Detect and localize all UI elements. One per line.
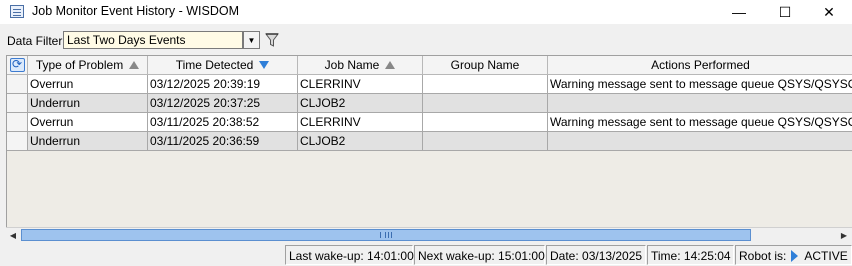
scroll-right-icon[interactable]: ▶ <box>837 228 851 242</box>
title-bar: Job Monitor Event History - WISDOM — ☐ ✕ <box>0 0 852 24</box>
cell-group <box>423 75 548 94</box>
data-filter-label: Data Filter: <box>7 34 66 48</box>
filter-toolbar: Data Filter: Last Two Days Events ▼ <box>0 28 852 52</box>
cell-job: CLERRINV <box>298 75 423 94</box>
sort-ascending-icon <box>129 61 140 69</box>
cell-job: CLJOB2 <box>298 94 423 113</box>
window-title: Job Monitor Event History - WISDOM <box>32 4 239 18</box>
status-robot: Robot is: ACTIVE <box>735 245 852 265</box>
cell-group <box>423 132 548 151</box>
grid-header-row: Type of Problem Time Detected Job Name G… <box>7 56 852 75</box>
cell-time: 03/12/2025 20:39:19 <box>148 75 298 94</box>
cell-group <box>423 94 548 113</box>
sort-ascending-icon <box>385 61 396 69</box>
refresh-icon[interactable] <box>10 57 25 72</box>
minimize-button[interactable]: — <box>716 0 762 24</box>
close-button[interactable]: ✕ <box>806 0 852 24</box>
table-row[interactable]: Overrun 03/11/2025 20:38:52 CLERRINV War… <box>7 113 852 132</box>
cell-actions: Warning message sent to message queue QS… <box>548 75 852 94</box>
status-last-wakeup: Last wake-up: 14:01:00 <box>285 245 414 265</box>
cell-type: Underrun <box>28 132 148 151</box>
scroll-left-icon[interactable]: ◀ <box>6 228 20 242</box>
refresh-cell[interactable] <box>7 56 28 75</box>
app-window-icon <box>10 5 24 18</box>
play-icon <box>791 250 799 262</box>
sort-descending-icon <box>259 61 270 69</box>
cell-type: Overrun <box>28 113 148 132</box>
cell-actions <box>548 94 852 113</box>
table-row[interactable]: Overrun 03/12/2025 20:39:19 CLERRINV War… <box>7 75 852 94</box>
column-header-type[interactable]: Type of Problem <box>28 56 148 75</box>
cell-group <box>423 113 548 132</box>
column-header-group[interactable]: Group Name <box>423 56 548 75</box>
row-selector[interactable] <box>7 94 28 113</box>
cell-job: CLJOB2 <box>298 132 423 151</box>
column-header-actions[interactable]: Actions Performed <box>548 56 852 75</box>
maximize-button[interactable]: ☐ <box>762 0 808 24</box>
cell-time: 03/11/2025 20:36:59 <box>148 132 298 151</box>
grip-icon <box>380 232 392 238</box>
row-selector[interactable] <box>7 75 28 94</box>
cell-type: Underrun <box>28 94 148 113</box>
status-next-wakeup: Next wake-up: 15:01:00 <box>414 245 545 265</box>
horizontal-scrollbar[interactable]: ◀ ▶ <box>6 227 852 242</box>
row-selector[interactable] <box>7 132 28 151</box>
cell-time: 03/11/2025 20:38:52 <box>148 113 298 132</box>
cell-type: Overrun <box>28 75 148 94</box>
robot-state: ACTIVE <box>804 249 848 263</box>
scrollbar-thumb[interactable] <box>21 229 751 241</box>
table-row[interactable]: Underrun 03/11/2025 20:36:59 CLJOB2 <box>7 132 852 151</box>
table-row[interactable]: Underrun 03/12/2025 20:37:25 CLJOB2 <box>7 94 852 113</box>
status-time: Time: 14:25:04 <box>647 245 734 265</box>
data-filter-select[interactable]: Last Two Days Events <box>63 31 243 49</box>
cell-time: 03/12/2025 20:37:25 <box>148 94 298 113</box>
chevron-down-icon[interactable]: ▼ <box>243 31 260 49</box>
column-header-time[interactable]: Time Detected <box>148 56 298 75</box>
event-history-grid: Type of Problem Time Detected Job Name G… <box>6 55 852 227</box>
status-bar: Last wake-up: 14:01:00 Next wake-up: 15:… <box>0 243 852 266</box>
robot-label: Robot is: <box>739 249 787 263</box>
cell-actions: Warning message sent to message queue QS… <box>548 113 852 132</box>
row-selector[interactable] <box>7 113 28 132</box>
column-header-job[interactable]: Job Name <box>298 56 423 75</box>
status-date: Date: 03/13/2025 <box>546 245 646 265</box>
funnel-icon[interactable] <box>265 32 279 48</box>
cell-actions <box>548 132 852 151</box>
cell-job: CLERRINV <box>298 113 423 132</box>
